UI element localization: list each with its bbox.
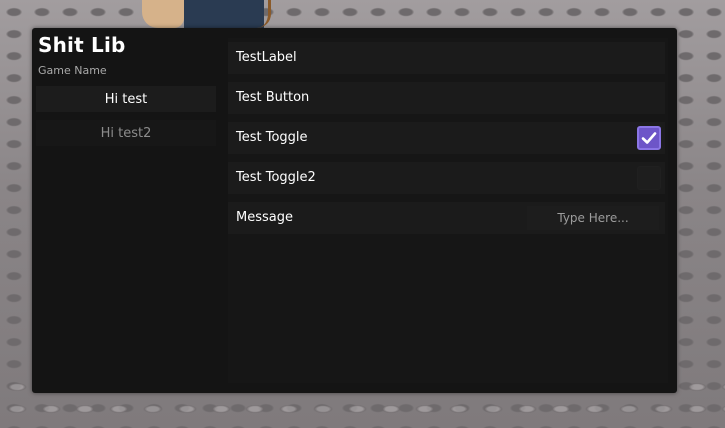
window-subtitle: Game Name	[38, 64, 107, 77]
test-label: TestLabel	[236, 50, 297, 65]
tab-hi-test2[interactable]: Hi test2	[36, 120, 216, 146]
character-rope	[248, 0, 271, 28]
test-toggle2-checkbox[interactable]	[637, 166, 661, 190]
test-button[interactable]: Test Button	[228, 82, 665, 114]
test-toggle-checkbox[interactable]	[637, 126, 661, 150]
ui-library-window: Shit Lib Game Name Hi test Hi test2 Test…	[32, 28, 677, 393]
window-title: Shit Lib	[38, 33, 126, 57]
test-toggle-label: Test Toggle	[236, 130, 308, 145]
test-toggle2-label: Test Toggle2	[236, 170, 316, 185]
test-toggle-row[interactable]: Test Toggle	[228, 122, 665, 154]
scene-floor-studs	[0, 402, 725, 416]
message-label: Message	[236, 210, 293, 225]
scene-character	[120, 0, 300, 30]
checkmark-icon	[641, 132, 657, 144]
test-toggle2-row[interactable]: Test Toggle2	[228, 162, 665, 194]
message-input[interactable]	[527, 206, 659, 230]
message-row: Message	[228, 202, 665, 234]
tab-content-panel: TestLabel Test Button Test Toggle Test T…	[228, 38, 668, 383]
test-label-row: TestLabel	[228, 42, 665, 74]
tab-list: Hi test Hi test2	[36, 86, 216, 154]
tab-hi-test[interactable]: Hi test	[36, 86, 216, 112]
test-button-label: Test Button	[236, 90, 310, 105]
character-arm	[142, 0, 184, 28]
